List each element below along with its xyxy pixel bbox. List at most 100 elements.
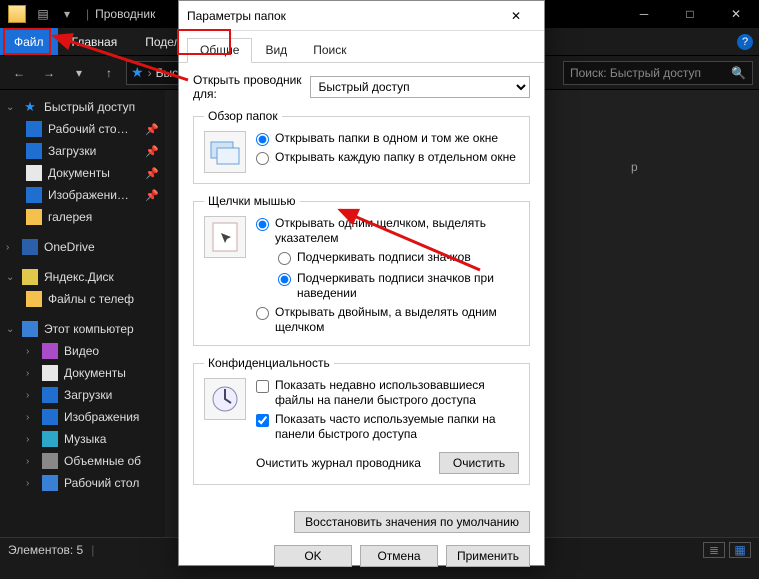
open-for-select[interactable]: Быстрый доступ xyxy=(310,76,530,98)
sidebar-quick-access[interactable]: ⌄★Быстрый доступ xyxy=(0,96,165,118)
minimize-button[interactable]: ─ xyxy=(621,0,667,28)
check-label: Показать недавно использовавшиеся файлы … xyxy=(275,378,519,408)
search-box[interactable]: Поиск: Быстрый доступ 🔍 xyxy=(563,61,753,85)
qat-newfolder-icon[interactable]: ▾ xyxy=(56,3,78,25)
sidebar-item-documents-pc[interactable]: ›Документы xyxy=(0,362,165,384)
sidebar-item-documents[interactable]: Документы📌 xyxy=(0,162,165,184)
dialog-close-button[interactable]: ✕ xyxy=(496,2,536,30)
sidebar-item-music[interactable]: › Музыка xyxy=(0,428,165,450)
nav-forward-button[interactable]: → xyxy=(36,60,62,86)
nav-up-button[interactable]: ↑ xyxy=(96,60,122,86)
sidebar-label: Этот компьютер xyxy=(44,322,134,336)
sidebar-item-video[interactable]: ›Видео xyxy=(0,340,165,362)
sidebar-label: галерея xyxy=(48,210,92,224)
radio-label: Открывать двойным, а выделять одним щелч… xyxy=(275,305,519,335)
pin-icon: 📌 xyxy=(145,189,159,202)
downloads-icon xyxy=(26,143,42,159)
sidebar-label: Музыка xyxy=(64,432,106,446)
browse-folders-icon xyxy=(204,131,246,173)
restore-defaults-button[interactable]: Восстановить значения по умолчанию xyxy=(294,511,530,533)
sidebar-item-pictures-pc[interactable]: ›Изображения xyxy=(0,406,165,428)
tab-file[interactable]: Файл xyxy=(0,28,58,55)
chevron-right-icon: › xyxy=(26,368,36,379)
sidebar-label: Объемные об xyxy=(64,454,141,468)
nav-history-icon[interactable]: ▾ xyxy=(66,60,92,86)
sidebar-item-volumes[interactable]: › Объемные об xyxy=(0,450,165,472)
pc-icon xyxy=(22,321,38,337)
check-recent-files[interactable]: Показать недавно использовавшиеся файлы … xyxy=(256,378,519,408)
group-browse-folders: Обзор папок Открывать папки в одном и то… xyxy=(193,109,530,184)
explorer-app-icon xyxy=(8,5,26,23)
pictures-icon xyxy=(42,409,58,425)
maximize-button[interactable]: □ xyxy=(667,0,713,28)
music-icon xyxy=(42,431,58,447)
tab-general[interactable]: Общие xyxy=(187,38,252,63)
sidebar-label: Яндекс.Диск xyxy=(44,270,114,284)
open-for-label: Открыть проводник для: xyxy=(193,73,302,101)
radio-label: Открывать одним щелчком, выделять указат… xyxy=(275,216,519,246)
sidebar-item-desktop[interactable]: Рабочий сто…📌 xyxy=(0,118,165,140)
radio-label: Подчеркивать подписи значков при наведен… xyxy=(297,271,519,301)
dialog-tabs: Общие Вид Поиск xyxy=(179,31,544,63)
tab-search-opts[interactable]: Поиск xyxy=(300,38,359,63)
chevron-right-icon: › xyxy=(26,456,36,467)
pin-icon: 📌 xyxy=(145,123,159,136)
tab-view[interactable]: Вид xyxy=(252,38,300,63)
group-browse-legend: Обзор папок xyxy=(204,109,282,123)
yadisk-icon xyxy=(22,269,38,285)
sidebar-yadisk[interactable]: ⌄Яндекс.Диск xyxy=(0,266,165,288)
click-icon xyxy=(204,216,246,258)
documents-icon xyxy=(26,165,42,181)
help-button[interactable]: ? xyxy=(731,28,759,55)
group-privacy-legend: Конфиденциальность xyxy=(204,356,334,370)
chevron-down-icon: ⌄ xyxy=(6,324,16,335)
help-icon: ? xyxy=(737,34,753,50)
chevron-right-icon: › xyxy=(26,412,36,423)
tab-home[interactable]: Главная xyxy=(58,28,132,55)
cancel-button[interactable]: Отмена xyxy=(360,545,438,567)
dialog-titlebar[interactable]: Параметры папок ✕ xyxy=(179,1,544,31)
pin-icon: 📌 xyxy=(145,167,159,180)
radio-double-click[interactable]: Открывать двойным, а выделять одним щелч… xyxy=(256,305,519,335)
sidebar-onedrive[interactable]: ›OneDrive xyxy=(0,236,165,258)
clear-history-button[interactable]: Очистить xyxy=(439,452,519,474)
folder-icon xyxy=(26,209,42,225)
sidebar-item-yadisk-phone[interactable]: Файлы с телеф xyxy=(0,288,165,310)
window-title: Проводник xyxy=(95,7,155,21)
nav-back-button[interactable]: ← xyxy=(6,60,32,86)
folder-icon xyxy=(26,291,42,307)
chevron-right-icon: › xyxy=(26,390,36,401)
ghost-item: р xyxy=(625,160,638,174)
sidebar-item-desktop-pc[interactable]: ›Рабочий стол xyxy=(0,472,165,494)
check-freq-folders[interactable]: Показать часто используемые папки на пан… xyxy=(256,412,519,442)
qat-properties-icon[interactable]: ▤ xyxy=(32,3,54,25)
ok-button[interactable]: OK xyxy=(274,545,352,567)
sidebar-thispc[interactable]: ⌄ Этот компьютер xyxy=(0,318,165,340)
sidebar-label: Загрузки xyxy=(64,388,112,402)
downloads-icon xyxy=(42,387,58,403)
clear-history-label: Очистить журнал проводника xyxy=(256,456,427,470)
apply-button[interactable]: Применить xyxy=(446,545,530,567)
sidebar-item-downloads[interactable]: Загрузки📌 xyxy=(0,140,165,162)
radio-same-window[interactable]: Открывать папки в одном и том же окне xyxy=(256,131,516,146)
sidebar-item-gallery[interactable]: галерея xyxy=(0,206,165,228)
sidebar-item-pictures[interactable]: Изображени…📌 xyxy=(0,184,165,206)
search-icon: 🔍 xyxy=(731,66,746,80)
view-details-button[interactable]: ≣ xyxy=(703,542,725,558)
chevron-right-icon: › xyxy=(26,346,36,357)
radio-underline-hover[interactable]: Подчеркивать подписи значков при наведен… xyxy=(278,271,519,301)
sidebar-item-downloads-pc[interactable]: › Загрузки xyxy=(0,384,165,406)
close-button[interactable]: ✕ xyxy=(713,0,759,28)
sidebar-label: Загрузки xyxy=(48,144,96,158)
group-click-legend: Щелчки мышью xyxy=(204,194,300,208)
status-separator: | xyxy=(91,543,94,557)
volumes-icon xyxy=(42,453,58,469)
chevron-right-icon: › xyxy=(26,434,36,445)
view-icons-button[interactable]: ▦ xyxy=(729,542,751,558)
radio-underline-all[interactable]: Подчеркивать подписи значков xyxy=(278,250,519,265)
star-icon: ★ xyxy=(22,99,38,115)
radio-single-click[interactable]: Открывать одним щелчком, выделять указат… xyxy=(256,216,519,246)
sidebar-label: Рабочий стол xyxy=(64,476,139,490)
radio-new-window[interactable]: Открывать каждую папку в отдельном окне xyxy=(256,150,516,165)
documents-icon xyxy=(42,365,58,381)
